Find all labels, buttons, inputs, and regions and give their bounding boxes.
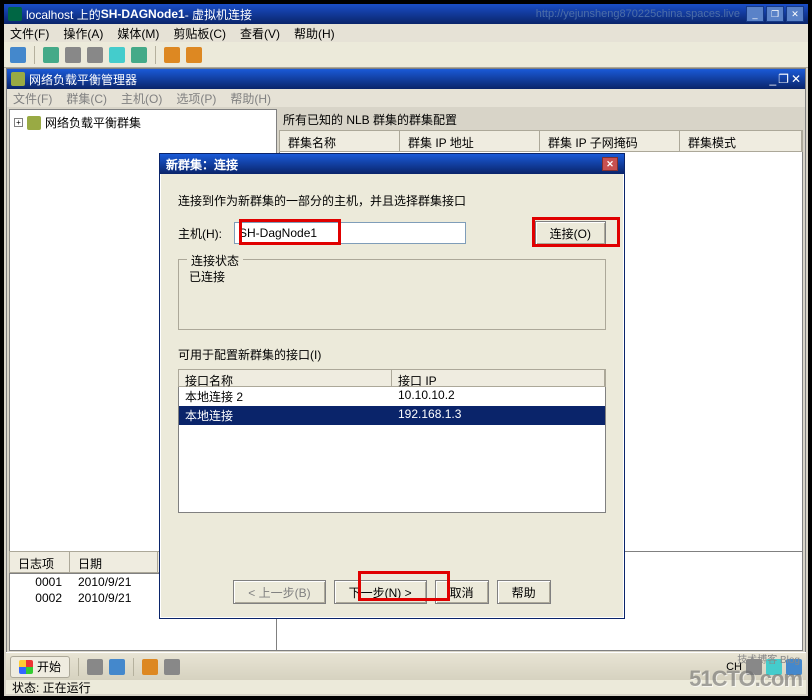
watermark-url: http://yejunsheng870225china.spaces.live	[536, 8, 740, 20]
if-name: 本地连接 2	[179, 387, 392, 406]
status-legend: 连接状态	[187, 252, 243, 269]
cluster-grid-header: 群集名称 群集 IP 地址 群集 IP 子网掩码 群集模式	[279, 130, 803, 152]
app-menu-file[interactable]: 文件(F)	[13, 90, 52, 107]
connect-button[interactable]: 连接(O)	[535, 221, 606, 245]
if-ip: 10.10.10.2	[392, 387, 605, 406]
vm-menu-action[interactable]: 操作(A)	[63, 25, 103, 42]
app-title-bar: 网络负载平衡管理器 _ ❐ ✕	[7, 69, 805, 89]
host-input[interactable]	[234, 222, 466, 244]
app-icon	[11, 72, 25, 86]
connection-status-group: 连接状态 已连接	[178, 259, 606, 330]
vm-menu-media[interactable]: 媒体(M)	[117, 25, 159, 42]
if-name: 本地连接	[179, 406, 392, 425]
taskbar-app-icon[interactable]	[142, 659, 158, 675]
log-col-date[interactable]: 日期	[70, 552, 158, 572]
vm-toolbar	[4, 42, 808, 68]
log-id: 0001	[10, 575, 70, 589]
taskbar-cmd-icon[interactable]	[164, 659, 180, 675]
if-col-name[interactable]: 接口名称	[179, 370, 392, 386]
app-min-button[interactable]: _	[769, 72, 776, 86]
tree-root-label: 网络负载平衡群集	[45, 114, 141, 131]
interface-row-selected[interactable]: 本地连接 192.168.1.3	[179, 406, 605, 425]
start-button[interactable]: 开始	[10, 656, 70, 678]
tree-root-node[interactable]: + 网络负载平衡群集	[14, 114, 272, 131]
watermark-site: 51CTO.com	[689, 666, 802, 692]
interface-list-header: 接口名称 接口 IP	[178, 369, 606, 387]
toolbar-start-icon[interactable]	[43, 47, 59, 63]
vm-name: SH-DAGNode1	[101, 7, 185, 21]
vm-min-button[interactable]: _	[746, 6, 764, 22]
list-description: 所有已知的 NLB 群集的群集配置	[279, 109, 803, 130]
taskbar: 开始 CH	[6, 652, 806, 680]
col-cluster-name[interactable]: 群集名称	[280, 131, 400, 151]
quicklaunch-desktop-icon[interactable]	[87, 659, 103, 675]
toolbar-reset-icon[interactable]	[131, 47, 147, 63]
log-date: 2010/9/21	[70, 575, 158, 589]
vm-close-button[interactable]: ✕	[786, 6, 804, 22]
start-label: 开始	[37, 658, 61, 675]
watermark-sub: 技术博客 Blog	[737, 651, 800, 666]
cluster-icon	[27, 116, 41, 130]
app-close-button[interactable]: ✕	[791, 72, 801, 86]
vm-menu-view[interactable]: 查看(V)	[240, 25, 280, 42]
log-date: 2010/9/21	[70, 591, 158, 605]
vm-menu-bar: 文件(F) 操作(A) 媒体(M) 剪贴板(C) 查看(V) 帮助(H)	[4, 24, 808, 42]
vm-title-prefix: localhost 上的	[26, 6, 101, 23]
dialog-title-bar[interactable]: 新群集：连接 ✕	[160, 154, 624, 174]
tree-expand-icon[interactable]: +	[14, 118, 23, 127]
toolbar-save-icon[interactable]	[87, 47, 103, 63]
new-cluster-dialog: 新群集：连接 ✕ 连接到作为新群集的一部分的主机，并且选择群集接口 主机(H):…	[159, 153, 625, 619]
vm-icon	[8, 7, 22, 21]
interfaces-label: 可用于配置新群集的接口(I)	[178, 346, 606, 363]
status-value: 已连接	[189, 268, 595, 285]
quicklaunch-explorer-icon[interactable]	[109, 659, 125, 675]
vm-max-button[interactable]: ❐	[766, 6, 784, 22]
app-menu-cluster[interactable]: 群集(C)	[66, 90, 107, 107]
app-max-button[interactable]: ❐	[778, 72, 789, 86]
log-col-item[interactable]: 日志项目	[10, 552, 70, 572]
col-cluster-ip[interactable]: 群集 IP 地址	[400, 131, 540, 151]
vm-title-suffix: - 虚拟机连接	[185, 6, 252, 23]
vm-status-text: 状态: 正在运行	[12, 681, 91, 695]
if-ip: 192.168.1.3	[392, 406, 605, 425]
app-menu-bar: 文件(F) 群集(C) 主机(O) 选项(P) 帮助(H)	[7, 89, 805, 107]
next-button[interactable]: 下一步(N) >	[334, 580, 427, 604]
col-cluster-mask[interactable]: 群集 IP 子网掩码	[540, 131, 680, 151]
interface-list[interactable]: 本地连接 2 10.10.10.2 本地连接 192.168.1.3	[178, 387, 606, 513]
toolbar-cad-icon[interactable]	[10, 47, 26, 63]
app-menu-options[interactable]: 选项(P)	[176, 90, 216, 107]
back-button: < 上一步(B)	[233, 580, 325, 604]
vm-status-bar: 状态: 正在运行	[6, 678, 806, 694]
app-menu-host[interactable]: 主机(O)	[121, 90, 162, 107]
app-menu-help[interactable]: 帮助(H)	[230, 90, 271, 107]
interface-row[interactable]: 本地连接 2 10.10.10.2	[179, 387, 605, 406]
if-col-ip[interactable]: 接口 IP	[392, 370, 605, 386]
dialog-title: 新群集：连接	[166, 156, 238, 173]
log-id: 0002	[10, 591, 70, 605]
toolbar-shutdown-icon[interactable]	[65, 47, 81, 63]
dialog-intro: 连接到作为新群集的一部分的主机，并且选择群集接口	[178, 192, 606, 209]
toolbar-revert-icon[interactable]	[186, 47, 202, 63]
dialog-close-button[interactable]: ✕	[602, 157, 618, 171]
help-button[interactable]: 帮助	[497, 580, 551, 604]
vm-menu-file[interactable]: 文件(F)	[10, 25, 49, 42]
toolbar-pause-icon[interactable]	[109, 47, 125, 63]
vm-menu-clipboard[interactable]: 剪贴板(C)	[173, 25, 226, 42]
col-cluster-mode[interactable]: 群集模式	[680, 131, 802, 151]
vm-menu-help[interactable]: 帮助(H)	[294, 25, 335, 42]
vm-title-bar: localhost 上的 SH-DAGNode1 - 虚拟机连接 http://…	[4, 4, 808, 24]
toolbar-snapshot-icon[interactable]	[164, 47, 180, 63]
windows-flag-icon	[19, 660, 33, 674]
host-label: 主机(H):	[178, 225, 234, 242]
cancel-button[interactable]: 取消	[435, 580, 489, 604]
app-title: 网络负载平衡管理器	[29, 71, 137, 88]
